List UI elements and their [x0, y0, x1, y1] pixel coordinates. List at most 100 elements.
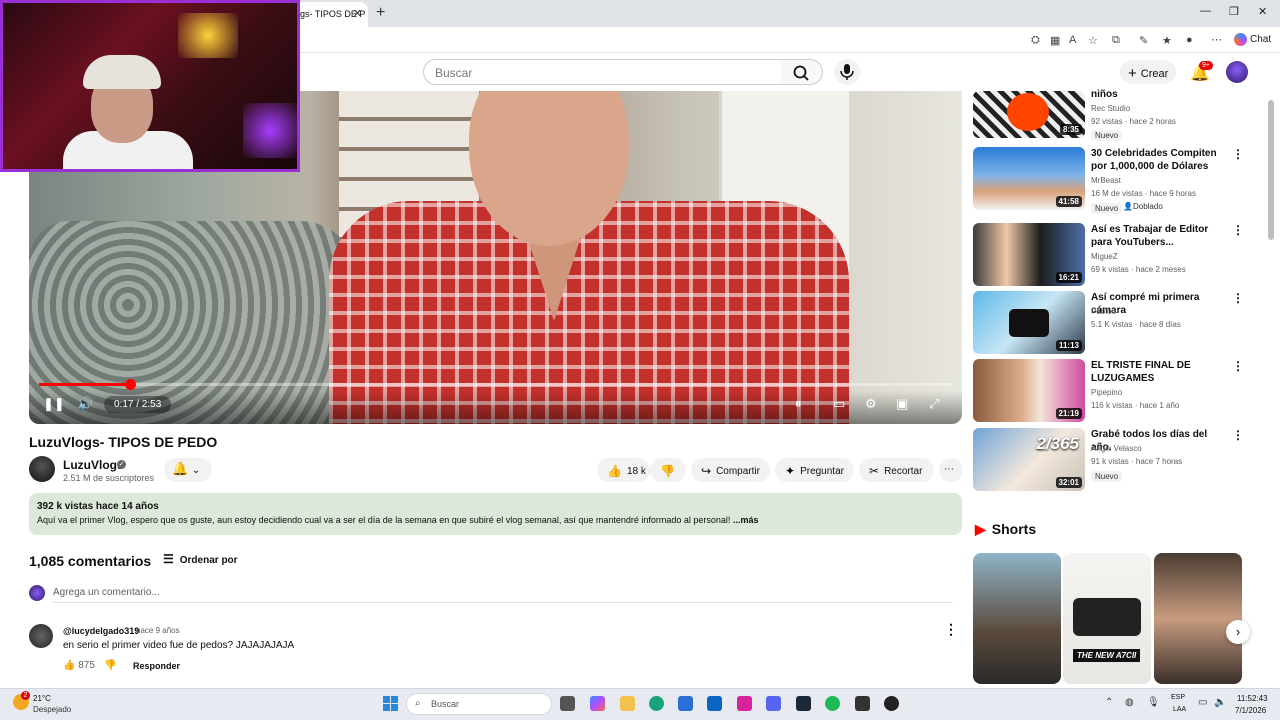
- new-tab-icon[interactable]: +: [376, 4, 385, 22]
- more-options-icon[interactable]: ⋮: [1232, 428, 1244, 442]
- reply-button[interactable]: Responder: [133, 661, 180, 671]
- shorts-next-button[interactable]: ›: [1226, 620, 1250, 644]
- pause-icon[interactable]: ❚❚: [43, 396, 65, 412]
- more-options-icon[interactable]: ⋮: [1232, 223, 1244, 237]
- theater-mode-icon[interactable]: ▣: [896, 396, 908, 412]
- channel-name[interactable]: LuzuVlogs: [63, 458, 124, 472]
- video-thumbnail[interactable]: 2/365 32:01: [973, 428, 1085, 491]
- taskbar-search[interactable]: ⌕ Buscar: [406, 693, 552, 715]
- comment-more-icon[interactable]: ⋮: [944, 621, 958, 638]
- windows-start-icon[interactable]: [383, 696, 398, 711]
- autoplay-toggle-icon[interactable]: ⏸: [795, 396, 802, 412]
- comment-time[interactable]: hace 9 años: [136, 626, 180, 635]
- short-item[interactable]: [1154, 553, 1242, 684]
- subscription-bell-button[interactable]: 🔔 ⌄: [164, 458, 212, 482]
- favorite-star-icon[interactable]: ☆: [1088, 34, 1098, 47]
- clock-time[interactable]: 11:52:43: [1237, 694, 1268, 703]
- sort-button[interactable]: ☰ Ordenar por: [163, 552, 238, 566]
- channel-name[interactable]: Pabloo: [1091, 307, 1116, 316]
- spotify-icon[interactable]: [825, 696, 840, 711]
- ask-button[interactable]: ✦ Preguntar: [775, 458, 854, 482]
- more-options-icon[interactable]: ⋮: [1232, 291, 1244, 305]
- close-tab-icon[interactable]: ✕: [353, 7, 362, 20]
- related-video[interactable]: 11:13 Así compré mi primera cámara Pablo…: [973, 291, 1244, 355]
- progress-bar[interactable]: [39, 379, 952, 390]
- more-menu-icon[interactable]: ⋯: [1211, 33, 1222, 46]
- copilot-chat-button[interactable]: Chat: [1234, 33, 1271, 46]
- channel-name[interactable]: Angie Velasco: [1091, 444, 1142, 453]
- copilot-app-icon[interactable]: [590, 696, 605, 711]
- related-video[interactable]: 16:21 Así es Trabajar de Editor para You…: [973, 223, 1244, 287]
- channel-name[interactable]: Pipepino: [1091, 388, 1122, 397]
- related-video[interactable]: 41:58 30 Celebridades Compiten por 1,000…: [973, 147, 1244, 214]
- obs-icon[interactable]: [884, 696, 899, 711]
- network-icon[interactable]: ▭: [1198, 697, 1207, 708]
- edge-browser-icon[interactable]: [649, 696, 664, 711]
- voice-search-button[interactable]: [834, 59, 860, 85]
- terminal-icon[interactable]: [855, 696, 870, 711]
- account-avatar[interactable]: [1226, 61, 1248, 83]
- read-aloud-icon[interactable]: A: [1069, 34, 1076, 46]
- weather-desc[interactable]: Despejado: [33, 705, 71, 714]
- tray-chevron-up-icon[interactable]: ⌃: [1105, 697, 1113, 708]
- outlook-icon[interactable]: [707, 696, 722, 711]
- show-more-link[interactable]: ...más: [733, 515, 759, 525]
- channel-name[interactable]: MrBeast: [1091, 176, 1121, 185]
- volume-icon[interactable]: 🔊: [77, 396, 93, 412]
- related-video[interactable]: 8:35 niños Rec Studio 92 vistas · hace 2…: [973, 89, 1243, 141]
- progress-scrubber[interactable]: [125, 379, 136, 390]
- comment-author[interactable]: @lucydelgado319: [63, 626, 139, 636]
- apps-icon[interactable]: ▦: [1050, 34, 1060, 47]
- minimize-icon[interactable]: —: [1200, 5, 1211, 17]
- search-input[interactable]: Buscar: [423, 59, 782, 85]
- short-item[interactable]: [973, 553, 1061, 684]
- settings-gear-icon[interactable]: ⚙: [865, 396, 877, 412]
- description-box[interactable]: 392 k vistas hace 14 años Aquí va el pri…: [29, 493, 962, 535]
- like-button[interactable]: 👍 18 k: [597, 458, 650, 482]
- related-video[interactable]: 2/365 32:01 Grabé todos los días del año…: [973, 428, 1244, 492]
- clock-date[interactable]: 7/1/2026: [1235, 706, 1266, 715]
- short-item[interactable]: THE NEW A7CII: [1063, 553, 1151, 684]
- video-thumbnail[interactable]: 8:35: [973, 91, 1085, 138]
- browser-tab[interactable]: gs- TIPOS DE P ✕: [296, 2, 368, 27]
- instagram-icon[interactable]: [737, 696, 752, 711]
- commenter-avatar[interactable]: [29, 624, 53, 648]
- more-options-icon[interactable]: ⋮: [1232, 147, 1244, 161]
- tray-mic-icon[interactable]: 🎙: [1147, 697, 1160, 708]
- more-actions-button[interactable]: ⋯: [939, 458, 963, 482]
- close-window-icon[interactable]: ✕: [1258, 5, 1267, 18]
- video-thumbnail[interactable]: 21:19: [973, 359, 1085, 422]
- fullscreen-icon[interactable]: ⤢: [929, 396, 939, 412]
- comment-like-button[interactable]: 👍 875: [63, 660, 95, 671]
- share-button[interactable]: ↪ Compartir: [691, 458, 770, 482]
- dislike-button[interactable]: 👎: [650, 458, 686, 482]
- related-video[interactable]: 21:19 EL TRISTE FINAL DE LUZUGAMES Pipep…: [973, 359, 1244, 423]
- favorites-icon[interactable]: ★: [1162, 34, 1172, 47]
- steam-icon[interactable]: [796, 696, 811, 711]
- translate-icon[interactable]: ⛭: [1031, 34, 1040, 47]
- search-button[interactable]: [781, 59, 823, 85]
- video-thumbnail[interactable]: 16:21: [973, 223, 1085, 286]
- keyboard-language[interactable]: ESP: [1171, 694, 1185, 701]
- task-view-icon[interactable]: [560, 696, 575, 711]
- profile-icon[interactable]: ●: [1186, 34, 1193, 46]
- clip-button[interactable]: ✂ Recortar: [859, 458, 934, 482]
- channel-avatar[interactable]: [29, 456, 55, 482]
- volume-tray-icon[interactable]: 🔈: [1214, 697, 1226, 708]
- discord-icon[interactable]: [766, 696, 781, 711]
- collections-icon[interactable]: ✎: [1139, 34, 1148, 47]
- file-explorer-icon[interactable]: [620, 696, 635, 711]
- keyboard-layout[interactable]: LAA: [1173, 706, 1186, 713]
- store-icon[interactable]: [678, 696, 693, 711]
- tray-app-icon[interactable]: ◍: [1125, 697, 1134, 708]
- comment-dislike-icon[interactable]: 👎: [104, 660, 116, 671]
- video-thumbnail[interactable]: 41:58: [973, 147, 1085, 210]
- create-button[interactable]: + Crear: [1120, 60, 1176, 84]
- add-comment-input[interactable]: Agrega un comentario...: [53, 587, 160, 598]
- restore-icon[interactable]: ❐: [1229, 5, 1239, 18]
- extensions-icon[interactable]: ⧉: [1112, 34, 1120, 47]
- scrollbar[interactable]: [1268, 100, 1274, 240]
- subtitles-icon[interactable]: ▭: [833, 396, 845, 412]
- more-options-icon[interactable]: ⋮: [1232, 359, 1244, 373]
- weather-temp[interactable]: 21°C: [33, 694, 51, 703]
